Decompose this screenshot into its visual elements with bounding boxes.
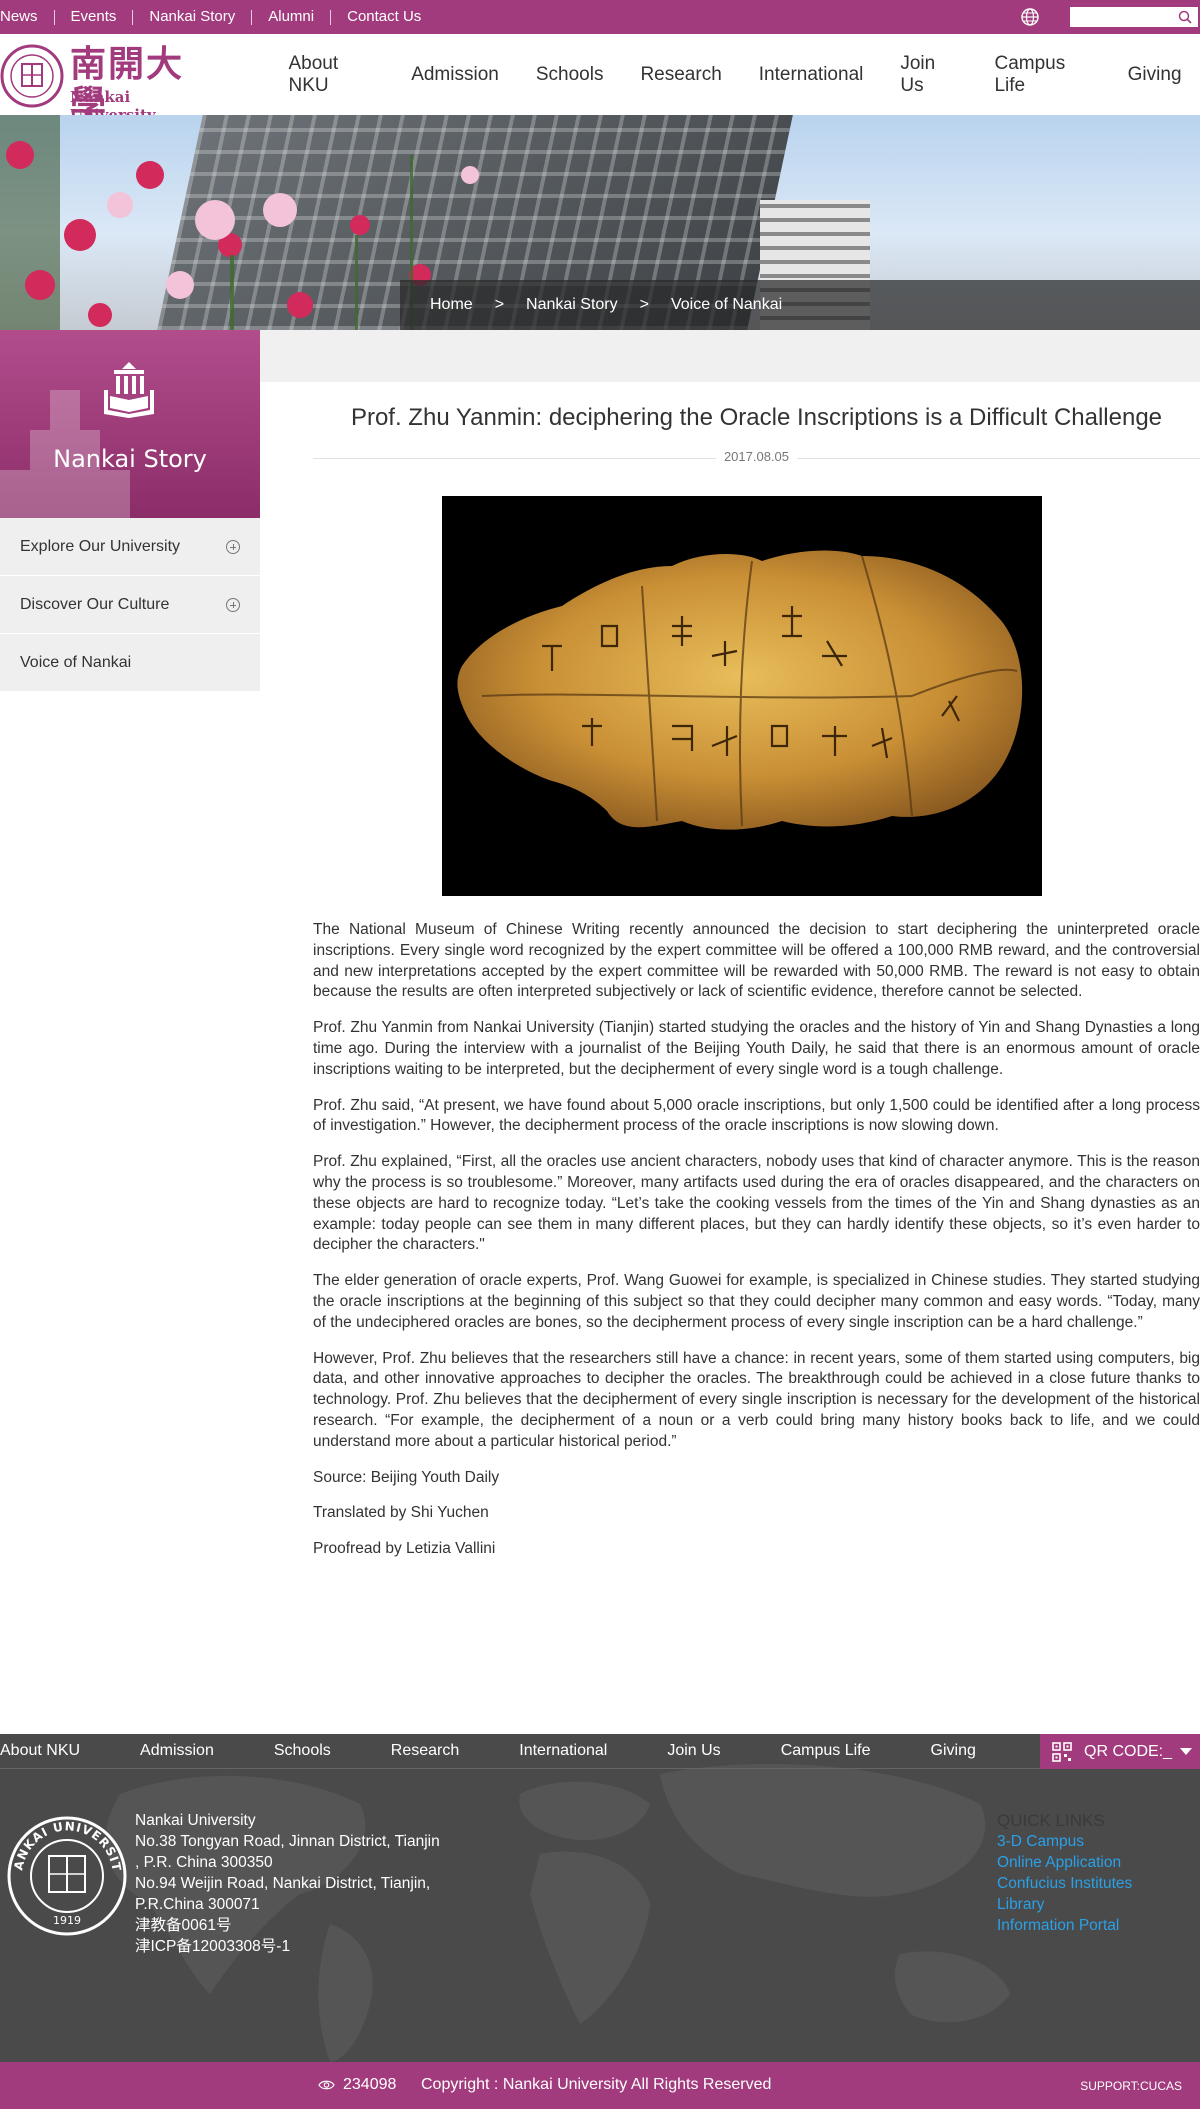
oracle-bone-image <box>456 550 1022 830</box>
support-link[interactable]: SUPPORT:CUCAS <box>1080 2079 1182 2093</box>
article-translator: Translated by Shi Yuchen <box>313 1504 489 1522</box>
quick-links: QUICK LINKS 3-D Campus Online Applicatio… <box>997 1811 1132 1936</box>
page-banner: Home > Nankai Story > Voice of Nankai <box>0 115 1200 330</box>
footer-nav-research[interactable]: Research <box>391 1742 459 1760</box>
sidebar-item-label: Discover Our Culture <box>20 595 170 613</box>
footer-nav-join-us[interactable]: Join Us <box>667 1742 720 1760</box>
bottom-bar: 234098 Copyright : Nankai University All… <box>0 2062 1200 2109</box>
nav-international[interactable]: International <box>759 64 864 86</box>
article-dateline: 2017.08.05 <box>313 448 1200 468</box>
article-title: Prof. Zhu Yanmin: deciphering the Oracle… <box>350 404 1163 431</box>
utility-link-events[interactable]: Events <box>55 0 133 34</box>
university-seal-logo: NANKAI UNIVERSITY 1919 <box>5 1814 127 1936</box>
footer-nav-giving[interactable]: Giving <box>931 1742 976 1760</box>
top-utility-bar: News Events Nankai Story Alumni Contact … <box>0 0 1200 34</box>
site-logo[interactable]: 南開大學 Nankai University <box>0 44 215 124</box>
qr-code-label: QR CODE:_ <box>1084 1742 1173 1760</box>
nav-campus-life[interactable]: Campus Life <box>994 53 1090 97</box>
footer-navigation: About NKU Admission Schools Research Int… <box>0 1734 1200 1769</box>
article-paragraph: Prof. Zhu Yanmin from Nankai University … <box>313 1019 1200 1078</box>
qr-code-button[interactable]: QR CODE:_ <box>1040 1734 1200 1769</box>
footer-nav-international[interactable]: International <box>519 1742 607 1760</box>
article-paragraph: The National Museum of Chinese Writing r… <box>313 921 1200 1001</box>
address-line: 津ICP备12003308号-1 <box>135 1938 291 1955</box>
article: Prof. Zhu Yanmin: deciphering the Oracle… <box>313 382 1200 1560</box>
address-line: 津教备0061号 <box>135 1917 232 1934</box>
breadcrumb-nankai-story[interactable]: Nankai Story <box>526 296 618 314</box>
article-date: 2017.08.05 <box>715 449 798 464</box>
footer-nav-admission[interactable]: Admission <box>140 1742 214 1760</box>
site-footer: About NKU Admission Schools Research Int… <box>0 1734 1200 2062</box>
qr-code-icon <box>1052 1741 1072 1762</box>
nav-research[interactable]: Research <box>640 64 721 86</box>
quick-link-confucius-institutes[interactable]: Confucius Institutes <box>997 1873 1132 1894</box>
footer-nav-campus-life[interactable]: Campus Life <box>781 1742 871 1760</box>
quick-link-online-application[interactable]: Online Application <box>997 1852 1132 1873</box>
address-line: Nankai University <box>135 1812 256 1829</box>
address-line: P.R.China 300071 <box>135 1896 260 1913</box>
nav-join-us[interactable]: Join Us <box>900 53 957 97</box>
sidebar-menu: Explore Our University Discover Our Cult… <box>0 518 260 692</box>
sidebar-header: Nankai Story <box>0 330 260 518</box>
sidebar-title: Nankai Story <box>53 445 207 473</box>
article-paragraph: The elder generation of oracle experts, … <box>313 1272 1200 1331</box>
article-body: The National Museum of Chinese Writing r… <box>313 920 1200 1560</box>
sidebar-item-discover-our-culture[interactable]: Discover Our Culture <box>0 576 260 634</box>
search-icon[interactable] <box>1178 10 1192 24</box>
nav-schools[interactable]: Schools <box>536 64 604 86</box>
address-line: No.94 Weijin Road, Nankai District, Tian… <box>135 1875 431 1892</box>
breadcrumb-home[interactable]: Home <box>430 296 473 314</box>
address-line: , P.R. China 300350 <box>135 1854 273 1871</box>
address-line: No.38 Tongyan Road, Jinnan District, Tia… <box>135 1833 440 1850</box>
quick-link-information-portal[interactable]: Information Portal <box>997 1915 1132 1936</box>
globe-icon[interactable] <box>1020 7 1040 27</box>
breadcrumb-voice-of-nankai[interactable]: Voice of Nankai <box>671 296 782 314</box>
seal-name-text: NANKAI UNIVERSITY <box>5 1814 123 1873</box>
search-box <box>1070 7 1198 27</box>
breadcrumb: Home > Nankai Story > Voice of Nankai <box>400 280 1200 330</box>
university-seal-icon <box>0 44 64 108</box>
copyright-text: Copyright : Nankai University All Rights… <box>421 2076 772 2093</box>
nav-admission[interactable]: Admission <box>411 64 499 86</box>
article-paragraph: Prof. Zhu explained, “First, all the ora… <box>313 1153 1200 1254</box>
sidebar-item-label: Voice of Nankai <box>20 653 132 671</box>
article-paragraph: However, Prof. Zhu believes that the res… <box>313 1349 1200 1450</box>
sidebar-item-voice-of-nankai[interactable]: Voice of Nankai <box>0 634 260 692</box>
quick-link-library[interactable]: Library <box>997 1894 1132 1915</box>
sidebar-item-explore-our-university[interactable]: Explore Our University <box>0 518 260 576</box>
site-header: 南開大學 Nankai University About NKU Admissi… <box>0 34 1200 124</box>
footer-nav-schools[interactable]: Schools <box>274 1742 331 1760</box>
visit-counter: 234098 <box>343 2076 397 2093</box>
nav-about-nku[interactable]: About NKU <box>289 53 375 97</box>
library-icon <box>104 362 154 418</box>
article-proofreader: Proofread by Letizia Vallini <box>313 1540 496 1558</box>
footer-address: Nankai University No.38 Tongyan Road, Ji… <box>135 1810 440 1957</box>
main-navigation: About NKU Admission Schools Research Int… <box>270 34 1200 115</box>
breadcrumb-separator: > <box>639 296 649 313</box>
footer-nav-about-nku[interactable]: About NKU <box>0 1742 80 1760</box>
nav-giving[interactable]: Giving <box>1128 64 1182 86</box>
content-top-bar <box>260 330 1200 382</box>
quick-link-3d-campus[interactable]: 3-D Campus <box>997 1831 1132 1852</box>
sidebar-item-label: Explore Our University <box>20 537 181 555</box>
search-input[interactable] <box>1070 7 1170 27</box>
utility-link-alumni[interactable]: Alumni <box>252 0 330 34</box>
article-photo <box>441 496 1042 896</box>
svg-text:NANKAI UNIVERSITY: NANKAI UNIVERSITY <box>5 1814 124 1873</box>
expand-plus-icon[interactable] <box>226 540 240 554</box>
breadcrumb-separator: > <box>494 296 505 313</box>
article-paragraph: Prof. Zhu said, “At present, we have fou… <box>313 1096 1200 1135</box>
utility-link-news[interactable]: News <box>0 0 54 34</box>
seal-year-text: 1919 <box>53 1914 81 1927</box>
utility-links: News Events Nankai Story Alumni Contact … <box>0 0 437 34</box>
article-source: Source: Beijing Youth Daily <box>313 1468 500 1486</box>
eye-icon <box>318 2080 335 2090</box>
quick-links-title: QUICK LINKS <box>997 1811 1105 1830</box>
utility-link-contact-us[interactable]: Contact Us <box>331 0 437 34</box>
chevron-down-icon <box>1180 1748 1192 1755</box>
expand-plus-icon[interactable] <box>226 598 240 612</box>
utility-link-nankai-story[interactable]: Nankai Story <box>133 0 251 34</box>
